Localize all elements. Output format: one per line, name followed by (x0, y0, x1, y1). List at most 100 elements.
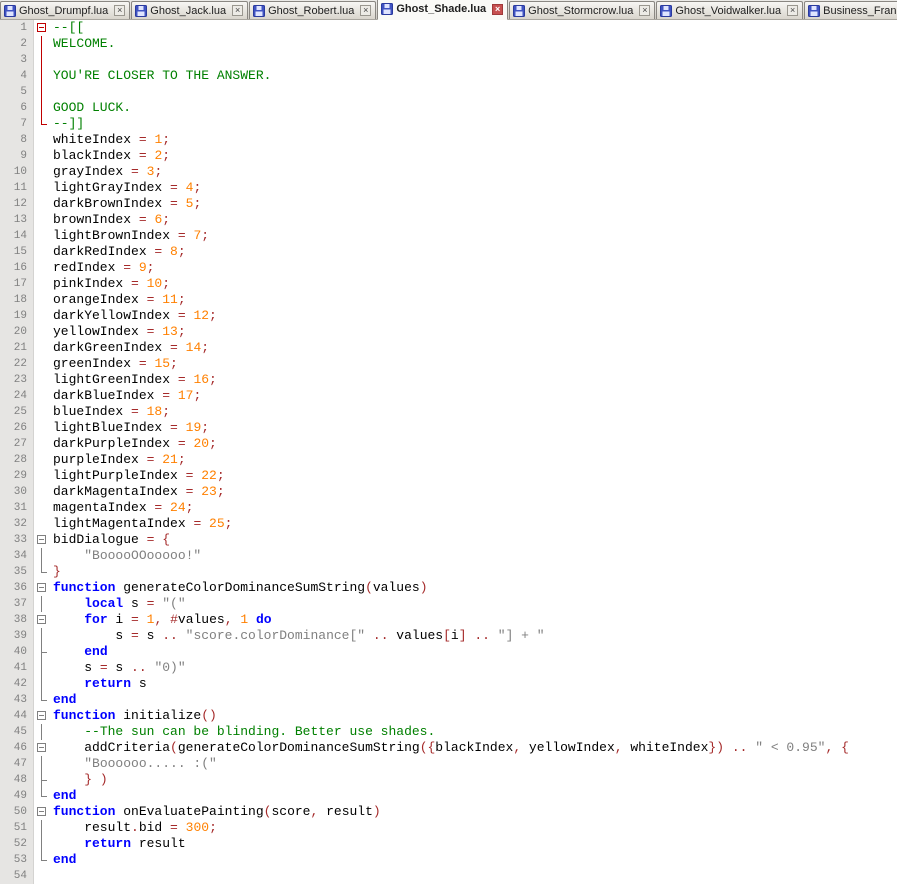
line-number[interactable]: 6 (0, 100, 34, 116)
code-line[interactable]: 46 addCriteria(generateColorDominanceSum… (0, 740, 897, 756)
code-line[interactable]: 1 --[[ (0, 20, 897, 36)
code-line[interactable]: 22 greenIndex = 15; (0, 356, 897, 372)
code-line[interactable]: 45 --The sun can be blinding. Better use… (0, 724, 897, 740)
fold-toggle-icon[interactable] (34, 532, 50, 548)
fold-toggle-icon[interactable] (34, 740, 50, 756)
line-number[interactable]: 52 (0, 836, 34, 852)
code-line[interactable]: 24 darkBlueIndex = 17; (0, 388, 897, 404)
close-icon[interactable]: × (114, 5, 126, 16)
line-number[interactable]: 3 (0, 52, 34, 68)
line-number[interactable]: 9 (0, 148, 34, 164)
tab-ghost_robert-lua[interactable]: Ghost_Robert.lua × (249, 1, 377, 19)
tab-ghost_shade-lua[interactable]: Ghost_Shade.lua × (377, 0, 509, 20)
line-number[interactable]: 43 (0, 692, 34, 708)
code-line[interactable]: 29 lightPurpleIndex = 22; (0, 468, 897, 484)
code-line[interactable]: 20 yellowIndex = 13; (0, 324, 897, 340)
code-line[interactable]: 12 darkBrownIndex = 5; (0, 196, 897, 212)
code-line[interactable]: 9 blackIndex = 2; (0, 148, 897, 164)
tab-ghost_stormcrow-lua[interactable]: Ghost_Stormcrow.lua × (509, 1, 656, 19)
code-line[interactable]: 44 function initialize() (0, 708, 897, 724)
code-line[interactable]: 52 return result (0, 836, 897, 852)
code-line[interactable]: 49 end (0, 788, 897, 804)
fold-toggle-icon[interactable] (34, 804, 50, 820)
line-number[interactable]: 47 (0, 756, 34, 772)
code-line[interactable]: 23 lightGreenIndex = 16; (0, 372, 897, 388)
code-line[interactable]: 19 darkYellowIndex = 12; (0, 308, 897, 324)
line-number[interactable]: 19 (0, 308, 34, 324)
code-line[interactable]: 27 darkPurpleIndex = 20; (0, 436, 897, 452)
code-line[interactable]: 31 magentaIndex = 24; (0, 500, 897, 516)
code-line[interactable]: 37 local s = "(" (0, 596, 897, 612)
code-line[interactable]: 40 end (0, 644, 897, 660)
line-number[interactable]: 22 (0, 356, 34, 372)
code-line[interactable]: 41 s = s .. "0)" (0, 660, 897, 676)
line-number[interactable]: 26 (0, 420, 34, 436)
line-number[interactable]: 48 (0, 772, 34, 788)
code-line[interactable]: 4 YOU'RE CLOSER TO THE ANSWER. (0, 68, 897, 84)
line-number[interactable]: 13 (0, 212, 34, 228)
code-line[interactable]: 33 bidDialogue = { (0, 532, 897, 548)
fold-toggle-icon[interactable] (34, 20, 50, 36)
line-number[interactable]: 53 (0, 852, 34, 868)
close-icon[interactable]: × (360, 5, 372, 16)
code-line[interactable]: 18 orangeIndex = 11; (0, 292, 897, 308)
line-number[interactable]: 31 (0, 500, 34, 516)
line-number[interactable]: 25 (0, 404, 34, 420)
line-number[interactable]: 1 (0, 20, 34, 36)
line-number[interactable]: 54 (0, 868, 34, 884)
code-line[interactable]: 53 end (0, 852, 897, 868)
line-number[interactable]: 11 (0, 180, 34, 196)
tab-business_frank-lua[interactable]: Business_Frank.lua× (804, 1, 897, 19)
line-number[interactable]: 8 (0, 132, 34, 148)
tab-ghost_voidwalker-lua[interactable]: Ghost_Voidwalker.lua × (656, 1, 804, 19)
code-line[interactable]: 36 function generateColorDominanceSumStri… (0, 580, 897, 596)
fold-toggle-icon[interactable] (34, 708, 50, 724)
code-line[interactable]: 6 GOOD LUCK. (0, 100, 897, 116)
line-number[interactable]: 39 (0, 628, 34, 644)
line-number[interactable]: 17 (0, 276, 34, 292)
code-line[interactable]: 10 grayIndex = 3; (0, 164, 897, 180)
code-line[interactable]: 51 result.bid = 300; (0, 820, 897, 836)
line-number[interactable]: 32 (0, 516, 34, 532)
line-number[interactable]: 28 (0, 452, 34, 468)
code-line[interactable]: 28 purpleIndex = 21; (0, 452, 897, 468)
line-number[interactable]: 5 (0, 84, 34, 100)
code-line[interactable]: 32 lightMagentaIndex = 25; (0, 516, 897, 532)
code-line[interactable]: 54 (0, 868, 897, 884)
line-number[interactable]: 49 (0, 788, 34, 804)
line-number[interactable]: 27 (0, 436, 34, 452)
line-number[interactable]: 42 (0, 676, 34, 692)
code-line[interactable]: 15 darkRedIndex = 8; (0, 244, 897, 260)
line-number[interactable]: 10 (0, 164, 34, 180)
code-line[interactable]: 43 end (0, 692, 897, 708)
line-number[interactable]: 23 (0, 372, 34, 388)
close-icon[interactable]: × (232, 5, 244, 16)
line-number[interactable]: 38 (0, 612, 34, 628)
line-number[interactable]: 18 (0, 292, 34, 308)
code-line[interactable]: 30 darkMagentaIndex = 23; (0, 484, 897, 500)
code-line[interactable]: 39 s = s .. "score.colorDominance[" .. v… (0, 628, 897, 644)
line-number[interactable]: 37 (0, 596, 34, 612)
line-number[interactable]: 24 (0, 388, 34, 404)
line-number[interactable]: 51 (0, 820, 34, 836)
code-line[interactable]: 25 blueIndex = 18; (0, 404, 897, 420)
line-number[interactable]: 40 (0, 644, 34, 660)
line-number[interactable]: 41 (0, 660, 34, 676)
line-number[interactable]: 29 (0, 468, 34, 484)
line-number[interactable]: 50 (0, 804, 34, 820)
tab-ghost_drumpf-lua[interactable]: Ghost_Drumpf.lua × (0, 1, 131, 19)
line-number[interactable]: 21 (0, 340, 34, 356)
code-line[interactable]: 17 pinkIndex = 10; (0, 276, 897, 292)
fold-toggle-icon[interactable] (34, 612, 50, 628)
code-line[interactable]: 3 (0, 52, 897, 68)
line-number[interactable]: 7 (0, 116, 34, 132)
tab-ghost_jack-lua[interactable]: Ghost_Jack.lua × (131, 1, 249, 19)
line-number[interactable]: 35 (0, 564, 34, 580)
line-number[interactable]: 12 (0, 196, 34, 212)
code-line[interactable]: 48 } ) (0, 772, 897, 788)
line-number[interactable]: 45 (0, 724, 34, 740)
code-line[interactable]: 35} (0, 564, 897, 580)
code-line[interactable]: 38 for i = 1, #values, 1 do (0, 612, 897, 628)
code-line[interactable]: 5 (0, 84, 897, 100)
line-number[interactable]: 16 (0, 260, 34, 276)
